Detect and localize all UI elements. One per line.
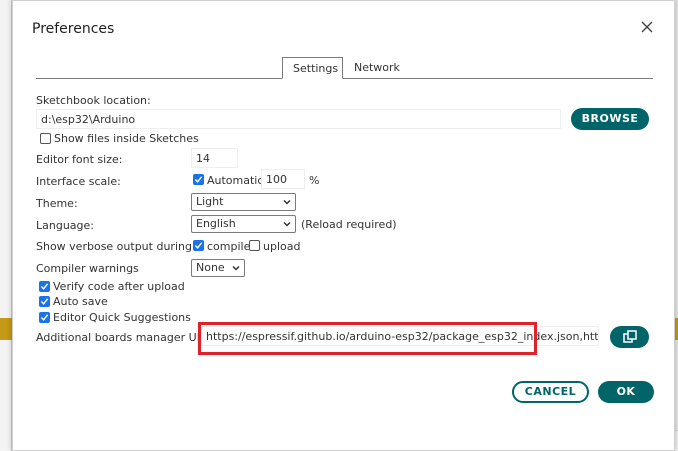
compiler-warnings-value: None (196, 261, 225, 274)
verbose-upload-label: upload (263, 240, 301, 253)
close-icon (639, 19, 655, 35)
editor-font-size-label: Editor font size: (36, 153, 123, 166)
open-in-window-icon (610, 330, 649, 344)
theme-label: Theme: (36, 197, 78, 210)
automatic-scale-checkbox[interactable] (193, 174, 204, 185)
language-select[interactable]: English (191, 215, 296, 233)
theme-select[interactable]: Light (191, 193, 296, 211)
verify-after-upload-label: Verify code after upload (53, 280, 185, 293)
check-icon (194, 175, 203, 184)
edit-urls-button[interactable] (610, 326, 649, 348)
verbose-output-label: Show verbose output during (36, 240, 192, 253)
verbose-upload-checkbox[interactable] (249, 240, 260, 251)
ok-button[interactable]: OK (598, 381, 654, 403)
chevron-down-icon (282, 197, 292, 207)
verbose-compile-checkbox[interactable] (193, 240, 204, 251)
check-icon (40, 282, 49, 291)
automatic-scale-label: Automatic (207, 174, 264, 187)
quick-suggestions-checkbox[interactable] (39, 312, 50, 323)
compiler-warnings-select[interactable]: None (191, 259, 245, 277)
sketchbook-location-label: Sketchbook location: (36, 94, 151, 107)
show-files-label: Show files inside Sketches (54, 132, 199, 145)
check-icon (194, 241, 203, 250)
scale-unit-label: % (309, 174, 320, 187)
sketchbook-path-input[interactable]: d:\esp32\Arduino (36, 109, 561, 129)
boards-manager-urls-input[interactable]: https://espressif.github.io/arduino-esp3… (201, 326, 599, 346)
language-select-value: English (196, 217, 236, 230)
chevron-down-icon (282, 219, 292, 229)
interface-scale-input[interactable]: 100 (261, 169, 305, 189)
tab-settings[interactable]: Settings (282, 57, 343, 79)
compiler-warnings-label: Compiler warnings (36, 262, 139, 275)
chevron-down-icon (231, 263, 241, 273)
verbose-compile-label: compile (207, 240, 251, 253)
quick-suggestions-label: Editor Quick Suggestions (53, 311, 191, 324)
theme-select-value: Light (196, 195, 224, 208)
ide-code-gutter (0, 0, 12, 451)
verify-after-upload-checkbox[interactable] (39, 281, 50, 292)
show-files-checkbox[interactable] (40, 133, 51, 144)
check-icon (40, 297, 49, 306)
interface-scale-label: Interface scale: (36, 175, 121, 188)
close-button[interactable] (639, 19, 655, 35)
tab-network[interactable]: Network (344, 57, 404, 79)
browse-button[interactable]: BROWSE (571, 108, 649, 130)
reload-required-note: (Reload required) (301, 218, 397, 231)
check-icon (40, 313, 49, 322)
boards-manager-urls-label: Additional boards manager URLs: (36, 331, 220, 344)
dialog-title: Preferences (32, 21, 115, 37)
auto-save-checkbox[interactable] (39, 296, 50, 307)
language-label: Language: (36, 219, 94, 232)
cancel-button[interactable]: CANCEL (512, 381, 589, 403)
editor-font-size-input[interactable]: 14 (191, 148, 238, 168)
preferences-dialog: Preferences Settings Network Sketchbook … (12, 0, 675, 451)
auto-save-label: Auto save (53, 295, 108, 308)
